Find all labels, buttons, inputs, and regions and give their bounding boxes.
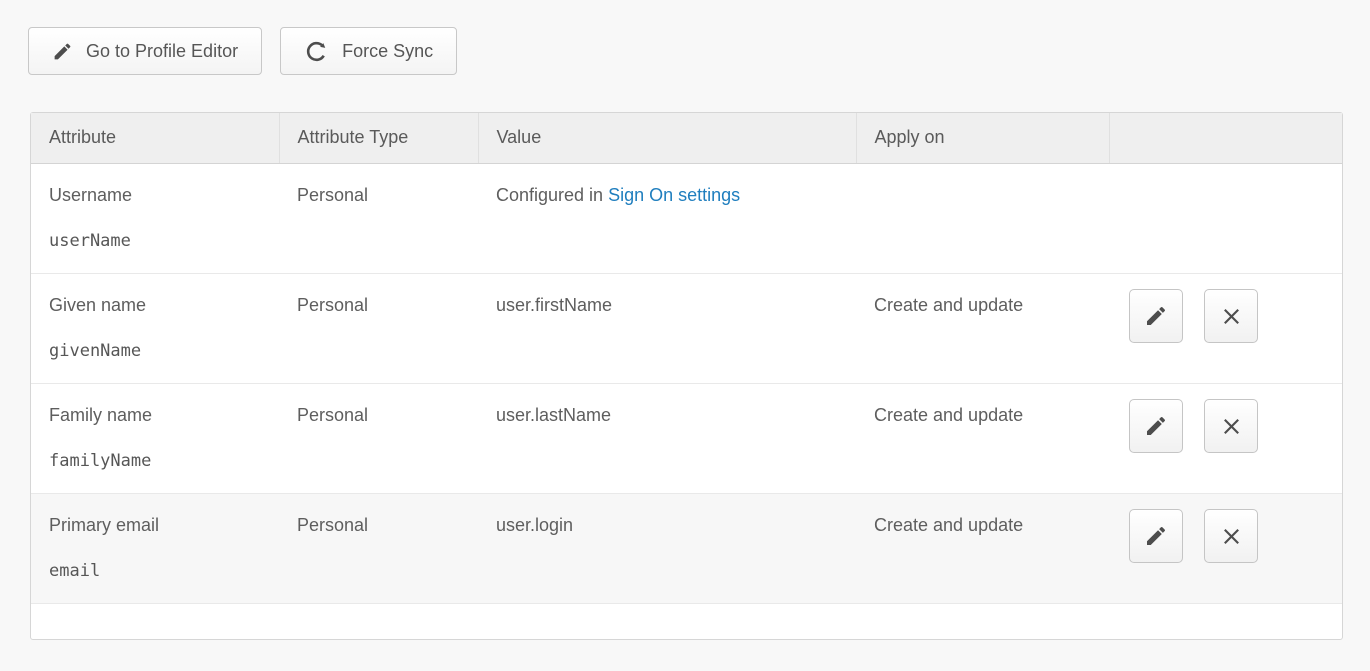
table-row-username: Username userName Personal Configured in… [31,163,1342,273]
edit-attribute-button[interactable] [1129,289,1183,343]
actions-cell [1109,163,1342,273]
header-value: Value [478,113,856,163]
edit-attribute-button[interactable] [1129,509,1183,563]
attribute-mapping-table: Attribute Attribute Type Value Apply on … [30,112,1343,640]
header-actions [1109,113,1342,163]
value-cell: user.lastName [478,383,856,493]
table-header-row: Attribute Attribute Type Value Apply on [31,113,1342,163]
attribute-type: Personal [297,185,368,205]
actions-cell [1109,383,1342,493]
attribute-type: Personal [297,515,368,535]
delete-attribute-button[interactable] [1204,399,1258,453]
value-expression: user.firstName [496,295,612,315]
x-icon [1220,525,1243,548]
apply-on-text: Create and update [874,515,1023,535]
table-row-given-name: Given name givenName Personal user.first… [31,273,1342,383]
table-row-family-name: Family name familyName Personal user.las… [31,383,1342,493]
header-apply-on: Apply on [856,113,1109,163]
attribute-variable: userName [49,231,269,251]
attribute-label: Given name [49,295,269,316]
edit-attribute-button[interactable] [1129,399,1183,453]
attribute-cell: Primary email email [31,493,279,603]
value-cell: user.login [478,493,856,603]
attribute-variable: givenName [49,341,269,361]
refresh-icon [304,39,329,64]
attribute-type-cell: Personal [279,493,478,603]
attribute-label: Family name [49,405,269,426]
delete-attribute-button[interactable] [1204,289,1258,343]
attribute-label: Primary email [49,515,269,536]
apply-on-text: Create and update [874,295,1023,315]
attribute-label: Username [49,185,269,206]
go-to-profile-editor-label: Go to Profile Editor [86,41,238,62]
delete-attribute-button[interactable] [1204,509,1258,563]
apply-on-cell [856,163,1109,273]
attribute-cell: Family name familyName [31,383,279,493]
attribute-cell: Username userName [31,163,279,273]
x-icon [1220,415,1243,438]
force-sync-button[interactable]: Force Sync [280,27,457,75]
toolbar: Go to Profile Editor Force Sync [28,27,1370,75]
x-icon [1220,305,1243,328]
sign-on-settings-link[interactable]: Sign On settings [608,185,740,205]
value-expression: user.login [496,515,573,535]
attribute-type-cell: Personal [279,383,478,493]
header-attribute: Attribute [31,113,279,163]
value-expression: user.lastName [496,405,611,425]
header-attribute-type: Attribute Type [279,113,478,163]
attribute-type-cell: Personal [279,163,478,273]
attribute-type: Personal [297,295,368,315]
pencil-icon [1144,414,1168,438]
value-cell: Configured in Sign On settings [478,163,856,273]
actions-cell [1109,273,1342,383]
pencil-icon [1144,304,1168,328]
actions-cell [1109,493,1342,603]
apply-on-cell: Create and update [856,273,1109,383]
pencil-icon [1144,524,1168,548]
table-row-primary-email: Primary email email Personal user.login … [31,493,1342,603]
apply-on-text: Create and update [874,405,1023,425]
attribute-variable: familyName [49,451,269,471]
apply-on-cell: Create and update [856,383,1109,493]
attribute-variable: email [49,561,269,581]
go-to-profile-editor-button[interactable]: Go to Profile Editor [28,27,262,75]
value-cell: user.firstName [478,273,856,383]
attribute-type-cell: Personal [279,273,478,383]
force-sync-label: Force Sync [342,41,433,62]
value-text: Configured in [496,185,603,205]
table-row-partial [31,603,1342,639]
pencil-icon [52,41,73,62]
attribute-cell: Given name givenName [31,273,279,383]
apply-on-cell: Create and update [856,493,1109,603]
attribute-type: Personal [297,405,368,425]
